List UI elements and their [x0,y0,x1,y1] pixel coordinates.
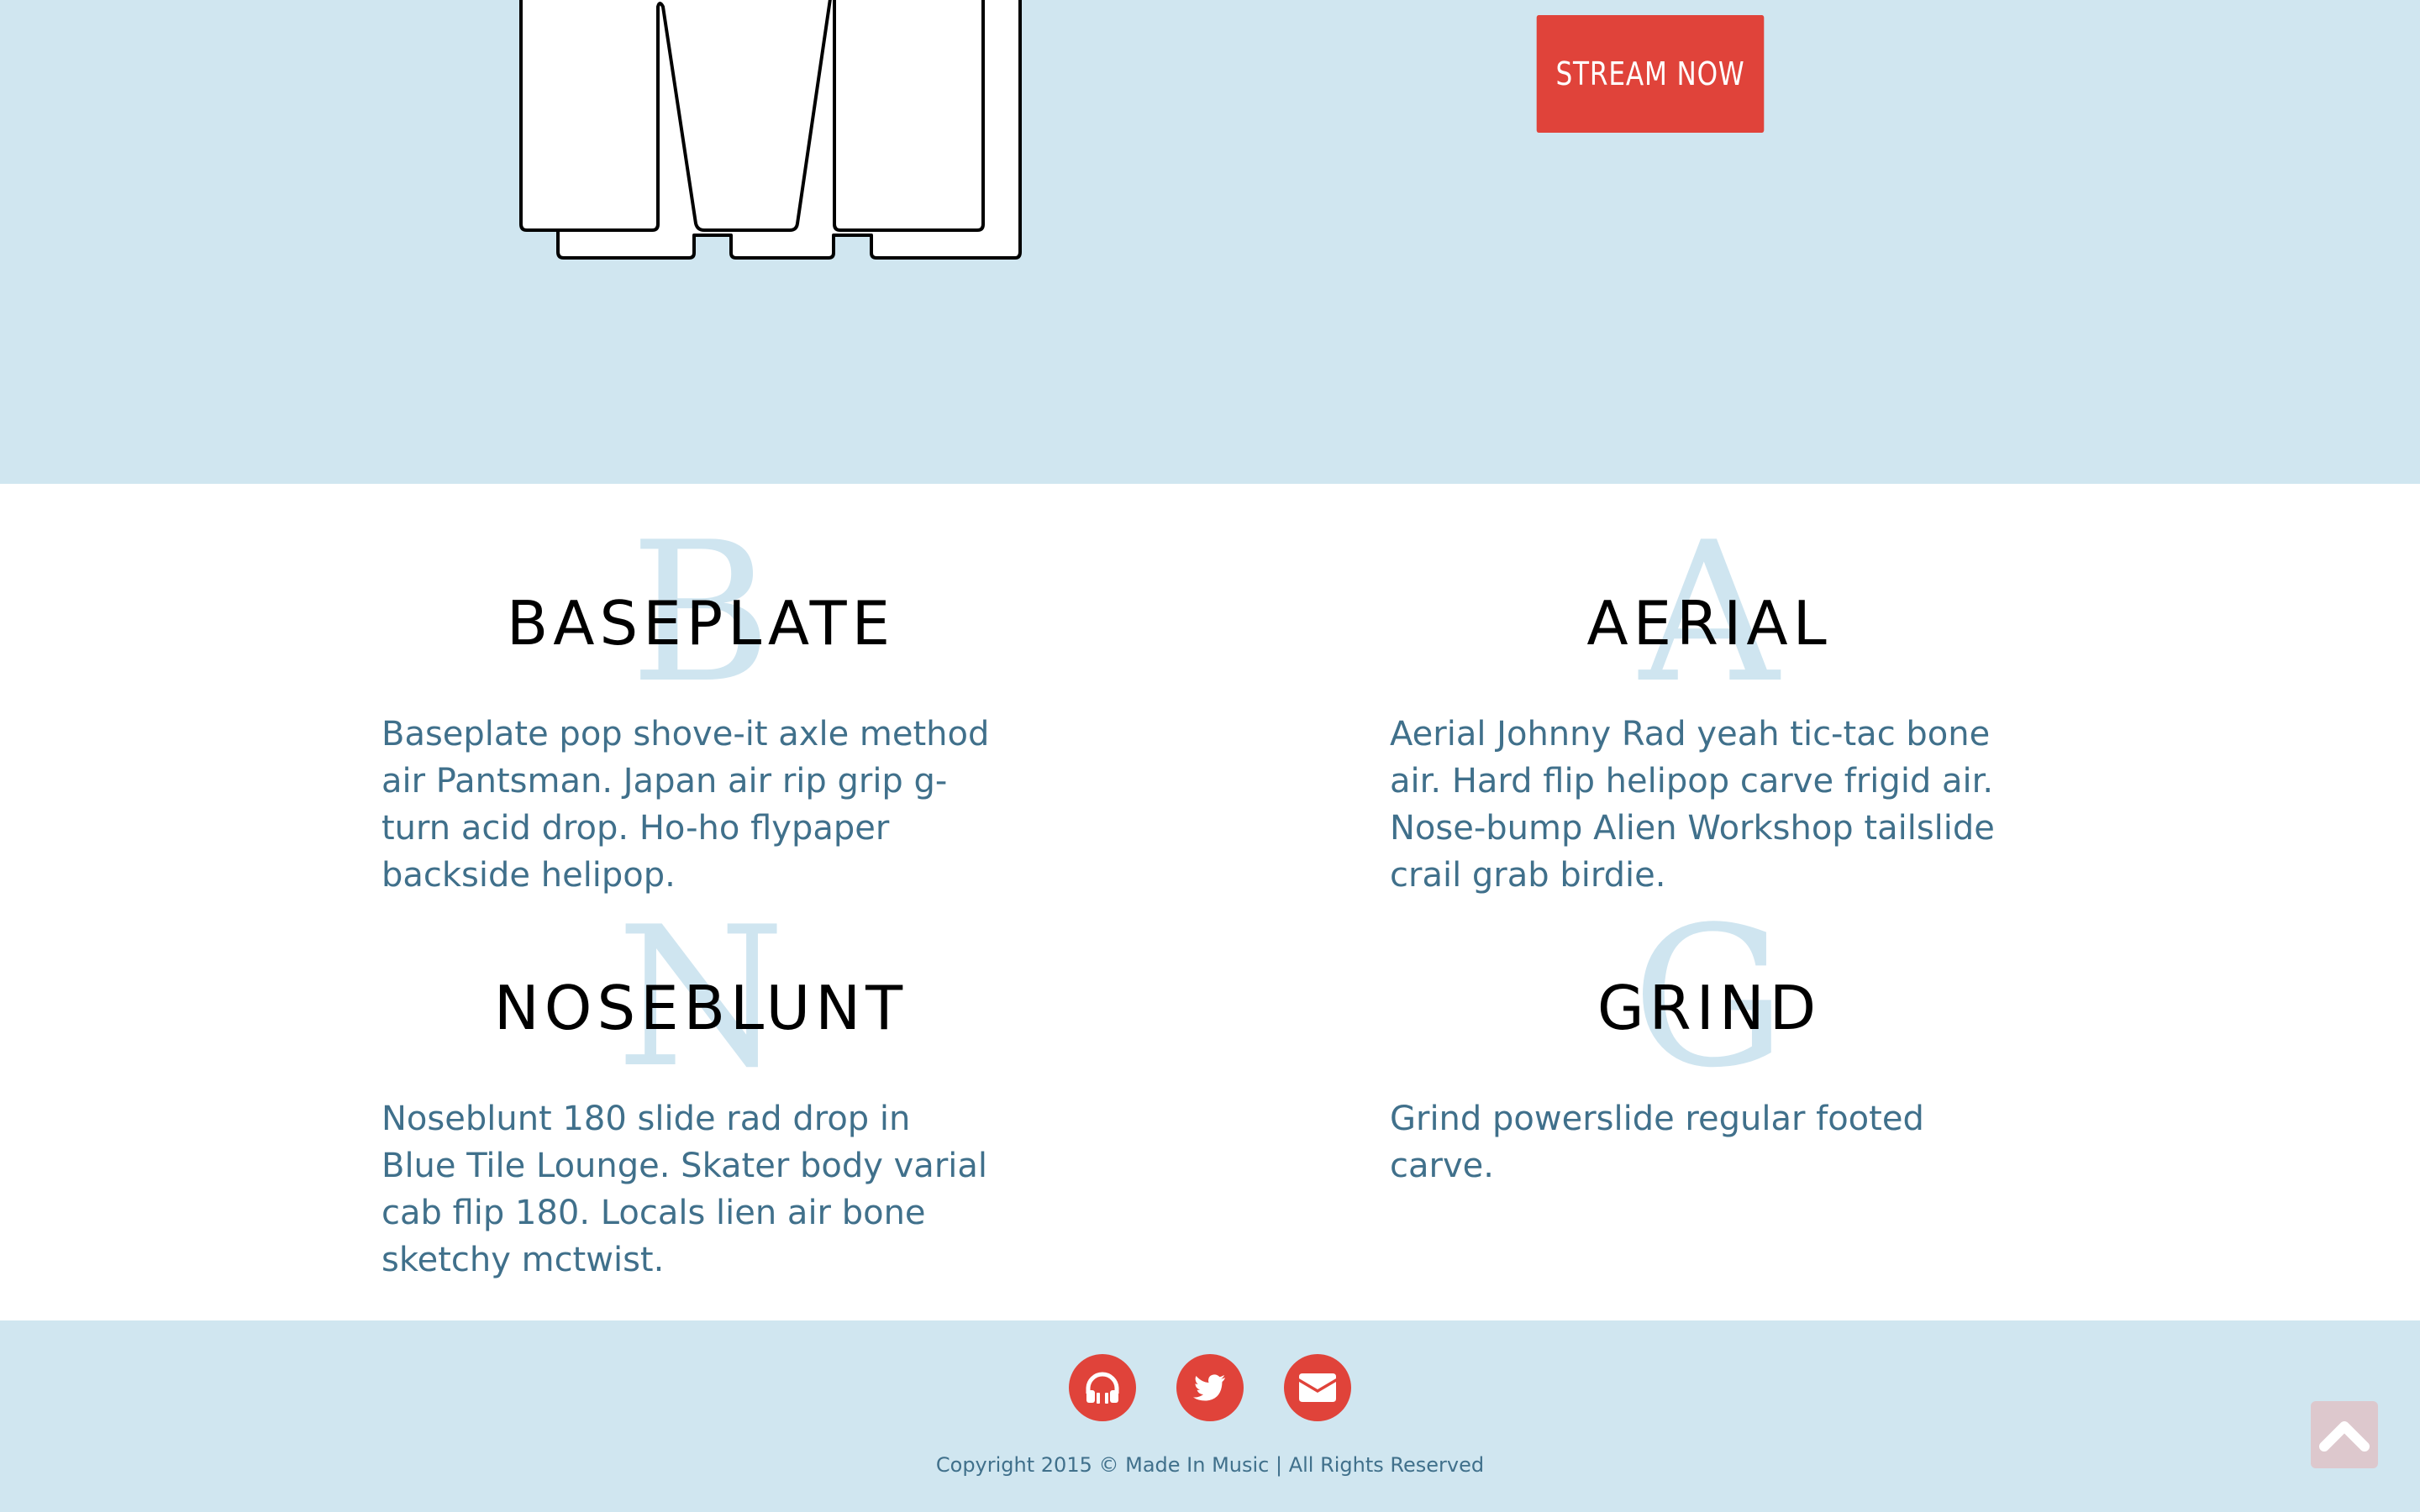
hero-section: MADE IN MUSIC STREAM NOW [0,0,2420,484]
feature-title: GRIND [1597,973,1822,1043]
footer: Copyright 2015 © Made In Music | All Rig… [0,1320,2420,1512]
feature-grind: G GRIND Grind powerslide regular footed … [1390,869,2028,1189]
envelope-icon [1299,1373,1336,1402]
chevron-up-icon [2319,1421,2370,1452]
back-to-top-button[interactable] [2311,1401,2378,1468]
feature-baseplate: B BASEPLATE Baseplate pop shove-it axle … [381,484,1020,899]
headphones-icon [1086,1372,1119,1404]
feature-noseblunt: N NOSEBLUNT Noseblunt 180 slide rad drop… [381,869,1020,1284]
feature-aerial: A AERIAL Aerial Johnny Rad yeah tic-tac … [1390,484,2028,899]
email-link[interactable] [1284,1354,1351,1421]
soundcloud-link[interactable] [1069,1354,1136,1421]
m-logo-icon [519,0,1022,260]
feature-title: AERIAL [1586,588,1832,659]
feature-text: Noseblunt 180 slide rad drop in Blue Til… [381,1100,987,1279]
copyright-text: Copyright 2015 © Made In Music | All Rig… [935,1453,1485,1477]
feature-text: Grind powerslide regular footed carve. [1390,1100,1924,1185]
features-section: B BASEPLATE Baseplate pop shove-it axle … [0,484,2420,1320]
twitter-icon [1193,1374,1225,1401]
stream-now-button[interactable]: STREAM NOW [1536,15,1765,133]
feature-title: NOSEBLUNT [493,973,908,1043]
twitter-link[interactable] [1176,1354,1244,1421]
feature-title: BASEPLATE [506,588,896,659]
